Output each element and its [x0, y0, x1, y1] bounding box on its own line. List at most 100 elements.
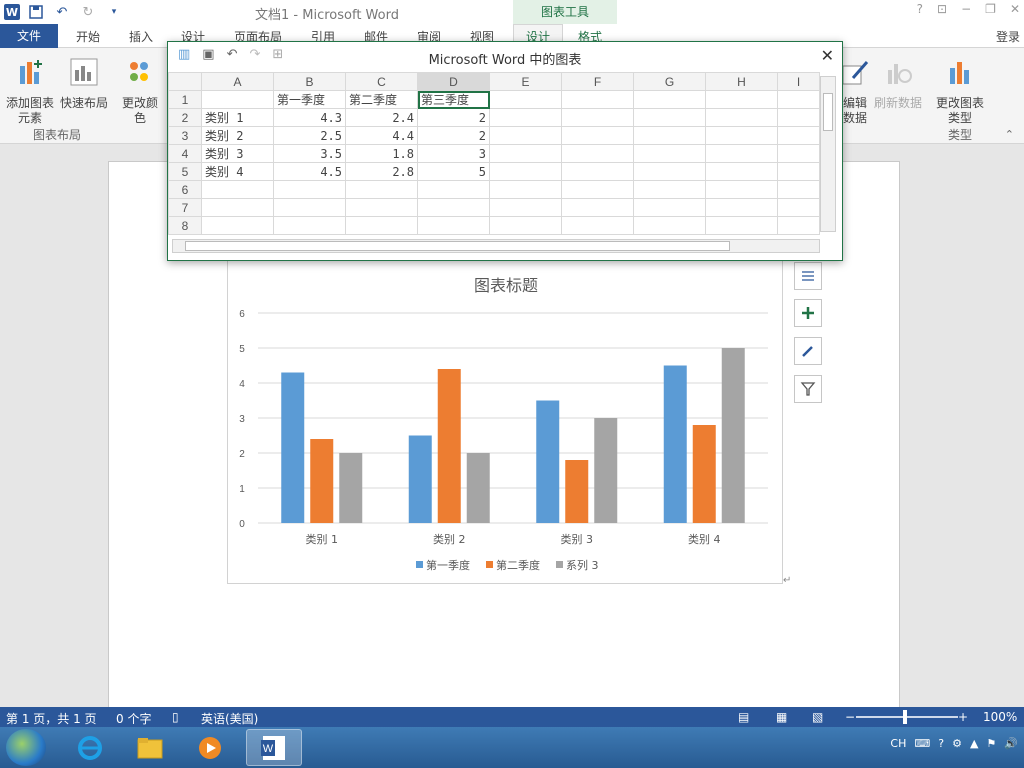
grid-cell[interactable]	[777, 144, 820, 163]
column-header[interactable]: C	[345, 72, 418, 91]
grid-cell[interactable]	[489, 180, 562, 199]
chart-object[interactable]: 图表标题 0 1 2 3 4 5 6 类别 1 类别 2 类别 3 类别 4 第一季度 第二季度 系列 3	[227, 258, 783, 584]
horizontal-scrollbar[interactable]	[172, 239, 820, 253]
grid-cell[interactable]: 类别 4	[201, 162, 274, 181]
row-header[interactable]: 1	[168, 90, 202, 109]
row-header[interactable]: 8	[168, 216, 202, 235]
login-link[interactable]: 登录	[996, 28, 1020, 45]
edit-data-button[interactable]: 编辑数据	[838, 56, 872, 126]
grid-cell[interactable]	[489, 162, 562, 181]
word-count[interactable]: 0 个字	[116, 710, 151, 727]
grid-cell[interactable]	[561, 198, 634, 217]
tab-insert[interactable]: 插入	[129, 28, 153, 45]
grid-cell[interactable]	[561, 108, 634, 127]
grid-cell[interactable]	[417, 198, 490, 217]
grid-cell[interactable]	[489, 126, 562, 145]
grid-cell[interactable]	[633, 216, 706, 235]
grid-cell[interactable]	[345, 198, 418, 217]
grid-cell[interactable]: 类别 2	[201, 126, 274, 145]
keyboard-icon[interactable]: ⌨	[914, 737, 930, 750]
grid-cell[interactable]: 类别 3	[201, 144, 274, 163]
grid-cell[interactable]	[201, 90, 274, 109]
grid-cell[interactable]	[777, 180, 820, 199]
read-mode-icon[interactable]: ▤	[738, 710, 749, 724]
add-chart-element-button[interactable]: 添加图表元素	[4, 56, 56, 126]
grid-cell[interactable]: 4.3	[273, 108, 346, 127]
grid-cell[interactable]	[777, 216, 820, 235]
grid-cell[interactable]	[633, 126, 706, 145]
grid-cell[interactable]	[345, 216, 418, 235]
grid-cell[interactable]: 2.5	[273, 126, 346, 145]
column-header[interactable]: D	[417, 72, 490, 91]
grid-cell[interactable]	[705, 180, 778, 199]
restore-button[interactable]: ❐	[985, 2, 996, 16]
grid-cell[interactable]: 3	[417, 144, 490, 163]
grid-cell[interactable]	[489, 216, 562, 235]
grid-cell[interactable]: 2	[417, 126, 490, 145]
column-header[interactable]: G	[633, 72, 706, 91]
language-indicator[interactable]: 英语(美国)	[201, 710, 258, 727]
grid-cell[interactable]	[633, 90, 706, 109]
grid-cell[interactable]	[561, 144, 634, 163]
row-header[interactable]: 5	[168, 162, 202, 181]
grid-cell[interactable]	[561, 90, 634, 109]
row-header[interactable]: 6	[168, 180, 202, 199]
ribbon-display-icon[interactable]: ⊡	[937, 2, 947, 16]
grid-cell[interactable]	[345, 180, 418, 199]
minimize-button[interactable]: −	[961, 2, 971, 16]
grid-cell[interactable]	[705, 216, 778, 235]
chart-styles-button[interactable]	[794, 337, 822, 365]
grid-cell[interactable]	[489, 90, 562, 109]
grid-cell[interactable]	[561, 180, 634, 199]
grid-cell[interactable]	[633, 162, 706, 181]
grid-cell[interactable]: 4.5	[273, 162, 346, 181]
select-all-corner[interactable]	[168, 72, 202, 91]
grid-cell[interactable]	[633, 198, 706, 217]
volume-icon[interactable]: 🔊	[1004, 737, 1018, 750]
ime-indicator[interactable]: CH	[890, 737, 906, 750]
change-colors-button[interactable]: 更改颜色	[120, 56, 160, 126]
row-header[interactable]: 3	[168, 126, 202, 145]
grid-cell[interactable]	[705, 90, 778, 109]
grid-cell[interactable]	[201, 180, 274, 199]
page-count[interactable]: 第 1 页，共 1 页	[6, 710, 97, 727]
grid-cell[interactable]: 1.8	[345, 144, 418, 163]
scroll-thumb[interactable]	[185, 241, 730, 251]
grid-cell[interactable]: 类别 1	[201, 108, 274, 127]
column-header[interactable]: H	[705, 72, 778, 91]
vertical-scrollbar[interactable]	[820, 76, 836, 232]
refresh-data-button[interactable]: 刷新数据	[872, 56, 924, 111]
flag-icon[interactable]: ⚑	[986, 737, 996, 750]
grid-cell[interactable]	[705, 198, 778, 217]
grid-cell[interactable]	[705, 108, 778, 127]
grid-cell[interactable]	[417, 216, 490, 235]
chart-filters-button[interactable]	[794, 375, 822, 403]
column-header[interactable]: F	[561, 72, 634, 91]
grid-cell[interactable]	[273, 216, 346, 235]
grid-cell[interactable]	[561, 162, 634, 181]
start-button[interactable]	[6, 729, 46, 766]
grid-cell[interactable]	[777, 198, 820, 217]
grid-cell[interactable]: 2	[417, 108, 490, 127]
zoom-out-icon[interactable]: −	[845, 710, 855, 724]
grid-cell[interactable]	[489, 108, 562, 127]
grid-cell[interactable]: 2.8	[345, 162, 418, 181]
show-hidden-icons[interactable]: ▲	[970, 737, 978, 750]
grid-cell[interactable]: 5	[417, 162, 490, 181]
grid-cell[interactable]	[273, 180, 346, 199]
grid-cell[interactable]	[489, 144, 562, 163]
close-icon[interactable]: ✕	[821, 46, 834, 65]
column-header[interactable]: I	[777, 72, 820, 91]
grid-cell[interactable]	[705, 126, 778, 145]
grid-cell[interactable]	[489, 198, 562, 217]
zoom-slider[interactable]	[856, 716, 958, 718]
web-layout-icon[interactable]: ▧	[812, 710, 823, 724]
grid-cell[interactable]	[417, 180, 490, 199]
grid-cell[interactable]	[705, 144, 778, 163]
language-bar-icon[interactable]: ⚙	[952, 737, 962, 750]
ie-icon[interactable]	[62, 729, 118, 766]
grid-cell[interactable]	[201, 198, 274, 217]
change-chart-type-button[interactable]: 更改图表类型	[934, 56, 986, 126]
chart-elements-button[interactable]	[794, 299, 822, 327]
grid-cell[interactable]: 第二季度	[345, 90, 418, 109]
